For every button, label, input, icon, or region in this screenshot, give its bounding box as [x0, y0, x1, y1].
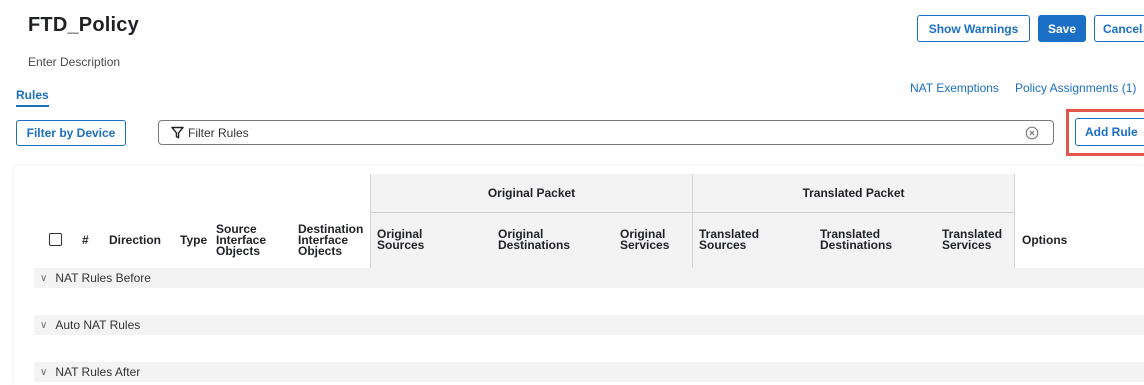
col-source-interface: Source Interface Objects [216, 221, 267, 258]
col-type: Type [180, 232, 208, 247]
section-label: NAT Rules Before [55, 271, 151, 285]
col-translated-sources: Translated Sources [699, 227, 760, 252]
filter-rules-input[interactable] [184, 125, 1025, 140]
filter-rules-box [158, 120, 1054, 145]
column-divider [1014, 174, 1015, 268]
section-label: NAT Rules After [55, 365, 141, 379]
description-field[interactable]: Enter Description [28, 55, 120, 69]
section-label: Auto NAT Rules [55, 318, 141, 332]
section-nat-rules-before[interactable]: ∨ NAT Rules Before [34, 268, 1144, 288]
chevron-down-icon[interactable]: ∨ [40, 273, 47, 284]
cancel-button[interactable]: Cancel [1094, 15, 1144, 42]
column-divider [692, 174, 693, 268]
policy-assignments-link[interactable]: Policy Assignments (1) [1015, 81, 1136, 95]
nat-exemptions-link[interactable]: NAT Exemptions [910, 81, 999, 95]
column-divider [370, 174, 371, 268]
select-all-checkbox[interactable] [49, 233, 62, 246]
chevron-down-icon[interactable]: ∨ [40, 320, 47, 331]
save-button[interactable]: Save [1038, 15, 1086, 42]
funnel-icon [171, 126, 184, 139]
filter-by-device-button[interactable]: Filter by Device [16, 120, 126, 146]
col-original-services: Original Services [620, 227, 670, 252]
col-translated-services: Translated Services [942, 227, 1003, 252]
circle-x-icon[interactable] [1025, 125, 1041, 141]
page-title: FTD_Policy [28, 14, 139, 36]
col-options: Options [1022, 232, 1068, 247]
add-rule-highlight [1066, 109, 1144, 156]
section-auto-nat-rules[interactable]: ∨ Auto NAT Rules [34, 315, 1144, 335]
translated-packet-group: Translated Packet [692, 174, 1015, 212]
col-original-destinations: Original Destinations [498, 227, 571, 252]
original-packet-group: Original Packet [370, 174, 693, 212]
col-translated-destinations: Translated Destinations [820, 227, 893, 252]
tab-rules[interactable]: Rules [16, 88, 49, 107]
col-direction: Direction [109, 232, 162, 247]
col-destination-interface: Destination Interface Objects [298, 221, 364, 258]
section-nat-rules-after[interactable]: ∨ NAT Rules After [34, 362, 1144, 382]
chevron-down-icon[interactable]: ∨ [40, 367, 47, 378]
col-number: # [82, 232, 89, 247]
col-original-sources: Original Sources [377, 227, 425, 252]
show-warnings-button[interactable]: Show Warnings [917, 15, 1030, 42]
